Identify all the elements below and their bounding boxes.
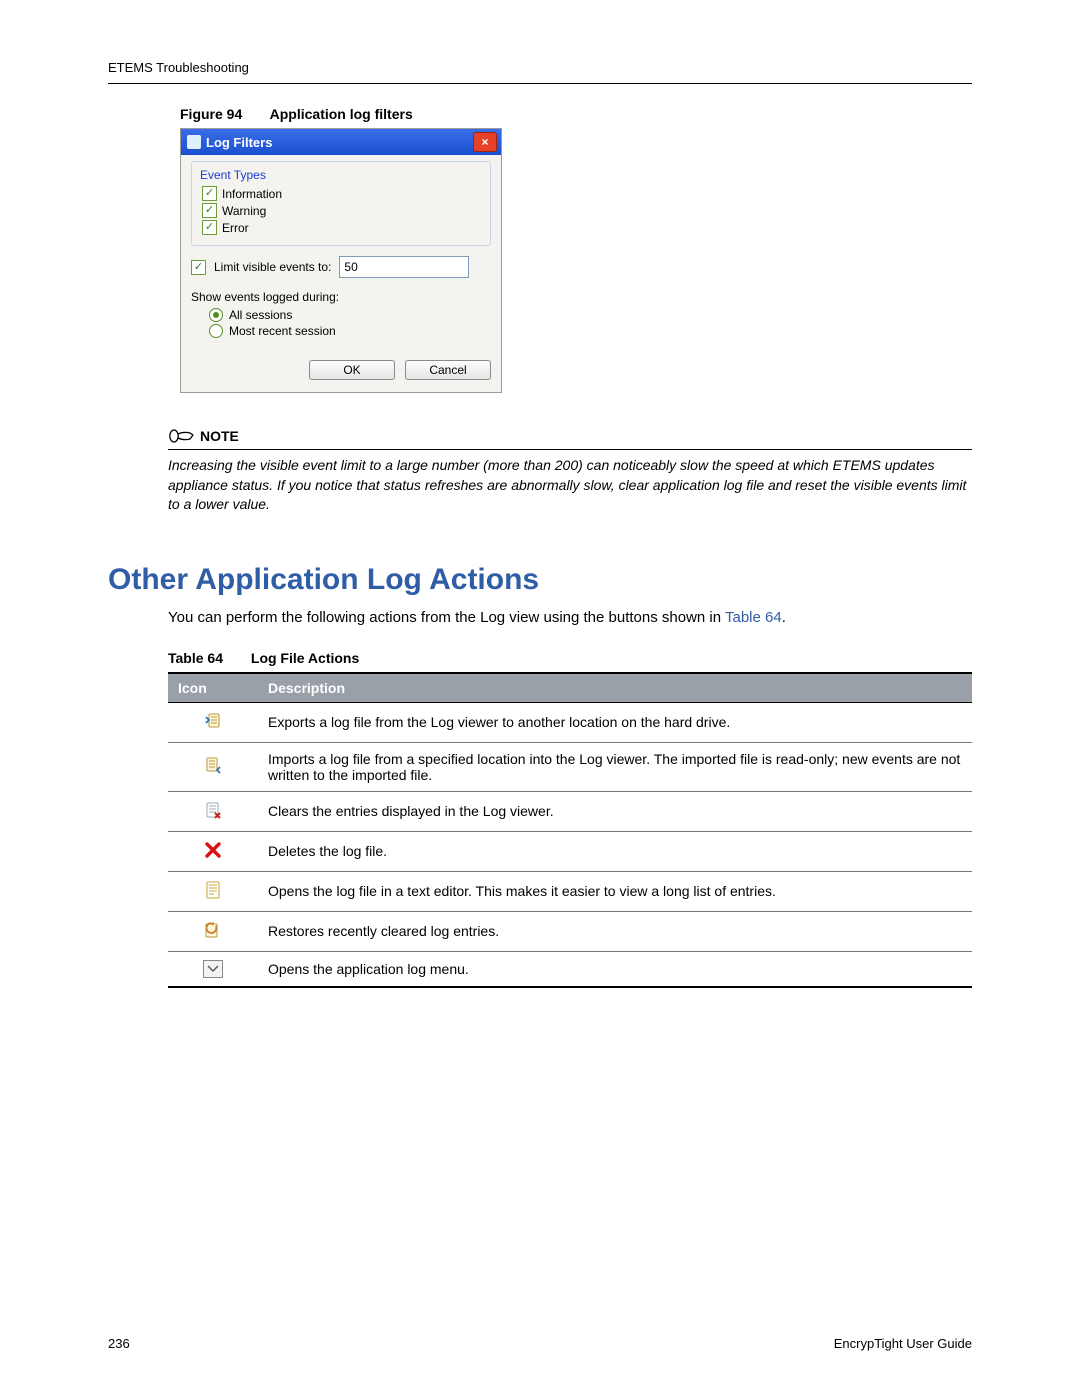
page-header: ETEMS Troubleshooting [108,60,972,84]
checkbox-error-label: Error [222,221,249,235]
log-filters-dialog: Log Filters × Event Types ✓ Information … [180,128,502,393]
close-button[interactable]: × [473,132,497,152]
checkbox-information-label: Information [222,187,282,201]
radio-all-sessions-label: All sessions [229,308,292,322]
table-row: Deletes the log file. [168,831,972,871]
body-paragraph: You can perform the following actions fr… [168,607,972,628]
body-text-suffix: . [782,609,786,626]
radio-recent-session-label: Most recent session [229,324,336,338]
table-cell-desc: Clears the entries displayed in the Log … [258,791,972,831]
table-cell-desc: Restores recently cleared log entries. [258,911,972,951]
clear-log-icon [203,800,223,820]
limit-input[interactable] [339,256,469,278]
checkbox-limit[interactable]: ✓ [191,260,206,275]
note-text: Increasing the visible event limit to a … [168,456,972,515]
note-heading: NOTE [200,428,239,444]
figure-number: Figure 94 [180,106,242,122]
table-row: Exports a log file from the Log viewer t… [168,702,972,742]
figure-title: Application log filters [270,106,413,122]
restore-log-icon [203,920,223,940]
table-cell-desc: Opens the log file in a text editor. Thi… [258,871,972,911]
dialog-titlebar: Log Filters × [181,129,501,155]
menu-dropdown-icon [203,960,223,978]
figure-caption: Figure 94 Application log filters [180,106,972,122]
table-number: Table 64 [168,650,223,666]
table-row: Opens the application log menu. [168,951,972,987]
doc-title: EncrypTight User Guide [834,1336,972,1351]
radio-recent-session[interactable] [209,324,223,338]
note-hand-icon [168,427,194,445]
checkbox-warning[interactable]: ✓ [202,203,217,218]
table-row: Clears the entries displayed in the Log … [168,791,972,831]
table-title: Log File Actions [251,650,359,666]
export-log-icon [203,711,223,731]
dialog-title: Log Filters [206,135,473,150]
checkbox-warning-label: Warning [222,204,266,218]
event-types-group: Event Types ✓ Information ✓ Warning ✓ Er… [191,161,491,246]
ok-button[interactable]: OK [309,360,395,380]
table-cell-desc: Deletes the log file. [258,831,972,871]
table-row: Opens the log file in a text editor. Thi… [168,871,972,911]
table-caption: Table 64 Log File Actions [168,650,972,666]
limit-label: Limit visible events to: [214,260,331,274]
import-log-icon [203,755,223,775]
body-text-prefix: You can perform the following actions fr… [168,609,725,626]
dialog-title-icon [187,135,201,149]
note-block: NOTE Increasing the visible event limit … [168,427,972,515]
delete-log-icon [203,840,223,860]
table-row: Restores recently cleared log entries. [168,911,972,951]
page-number: 236 [108,1336,130,1351]
checkbox-error[interactable]: ✓ [202,220,217,235]
table-cell-desc: Exports a log file from the Log viewer t… [258,702,972,742]
table-link[interactable]: Table 64 [725,609,782,626]
group-title: Event Types [200,168,482,182]
open-text-editor-icon [203,880,223,900]
col-header-description: Description [258,673,972,703]
show-events-label: Show events logged during: [191,290,491,304]
page-footer: 236 EncrypTight User Guide [108,1336,972,1351]
table-cell-desc: Opens the application log menu. [258,951,972,987]
radio-all-sessions[interactable] [209,308,223,322]
log-actions-table: Icon Description Exports a log file from… [168,672,972,988]
table-row: Imports a log file from a specified loca… [168,742,972,791]
table-cell-desc: Imports a log file from a specified loca… [258,742,972,791]
checkbox-information[interactable]: ✓ [202,186,217,201]
col-header-icon: Icon [168,673,258,703]
cancel-button[interactable]: Cancel [405,360,491,380]
section-title: Other Application Log Actions [108,563,972,597]
